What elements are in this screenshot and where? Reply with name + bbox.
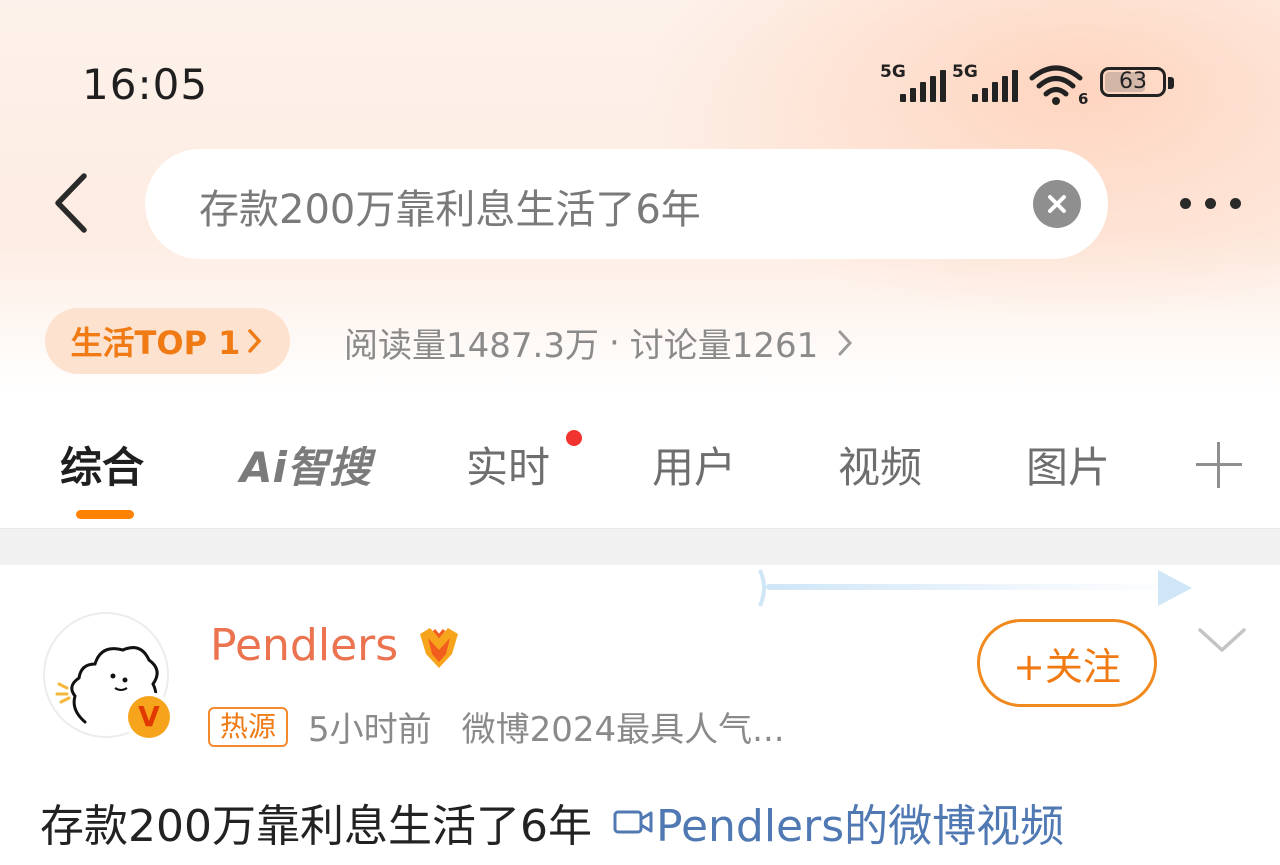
tab-bar: 综合 实时 用户 视频 图片 [0,420,1280,530]
rank-label: 生活TOP 1 [70,324,241,362]
follow-button[interactable]: +关注 [977,619,1157,707]
battery-icon: 63 [1100,67,1176,101]
active-tab-indicator [76,510,134,519]
notification-dot [566,430,582,446]
video-camera-icon [613,810,653,834]
verified-badge-letter: V [128,696,170,738]
video-link-label: Pendlers的微博视频 [655,801,1065,852]
section-divider [0,528,1280,565]
status-time: 16:05 [82,60,209,109]
rank-badge[interactable]: 生活TOP 1 [45,308,290,374]
tab-users[interactable]: 用户 [652,434,736,495]
topic-stats[interactable]: 阅读量1487.3万 · 讨论量1261 [344,318,860,367]
video-link[interactable]: Pendlers的微博视频 [612,790,1064,854]
post-time: 5小时前 [308,710,432,750]
post-meta: 热源 5小时前 微博2024最具人气... [208,702,785,751]
discussion-count: 讨论量1261 [629,326,819,366]
chevron-right-icon [838,330,853,355]
wifi-label: 6 [1078,90,1088,106]
signal-icon: 5G [952,62,1024,106]
tab-realtime[interactable]: 实时 [466,434,550,495]
post-source: 微博2024最具人气... [461,710,785,750]
battery-level: 63 [1119,69,1147,94]
medal-icon [414,624,464,674]
chevron-right-icon [248,329,262,353]
tab-comprehensive[interactable]: 综合 [60,434,144,495]
post-content: 存款200万靠利息生活了6年 Pendlers的微博视频 [40,790,1064,854]
more-icon[interactable] [1168,188,1252,218]
back-arrow-icon[interactable] [46,170,102,236]
tab-images[interactable]: 图片 [1026,434,1110,495]
clear-icon[interactable] [1033,180,1081,228]
read-count: 阅读量1487.3万 [344,326,599,366]
search-input[interactable]: 存款200万靠利息生活了6年 [145,149,1108,259]
search-query: 存款200万靠利息生活了6年 [199,187,701,233]
username[interactable]: Pendlers [210,620,398,671]
plus-icon[interactable] [1196,442,1242,488]
post-text: 存款200万靠利息生活了6年 [40,801,592,852]
signal-icon: 5G [880,62,952,106]
tab-video[interactable]: 视频 [838,434,922,495]
status-icons: 5G 5G 6 63 [880,62,1176,108]
chevron-down-icon[interactable] [1196,622,1248,658]
tab-ai-search[interactable]: Ai智搜 [240,434,371,495]
decorative-line [756,566,1196,610]
hot-source-tag: 热源 [208,706,289,747]
stats-separator: · [608,322,620,363]
wifi-icon: 6 [1028,62,1090,108]
verified-badge: V [124,692,174,742]
